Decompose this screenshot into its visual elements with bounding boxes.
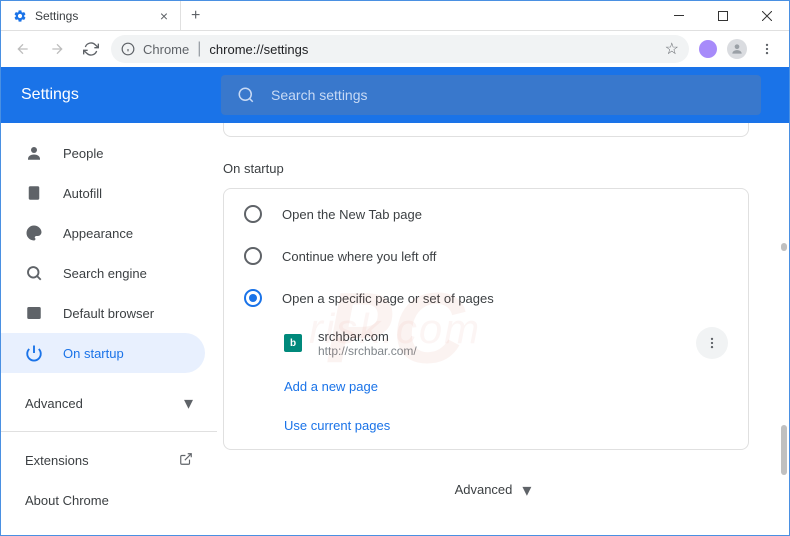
sidebar-item-extensions[interactable]: Extensions [1, 440, 217, 480]
radio-continue[interactable]: Continue where you left off [224, 235, 748, 277]
search-input[interactable] [271, 87, 745, 103]
page-name: srchbar.com [318, 329, 680, 344]
sidebar-item-autofill[interactable]: Autofill [1, 173, 217, 213]
sidebar-item-label: About Chrome [25, 493, 109, 508]
content-area: On startup Open the New Tab page Continu… [217, 123, 789, 535]
browser-tab[interactable]: Settings × [1, 1, 181, 31]
favicon-icon: b [284, 334, 302, 352]
power-icon [25, 344, 43, 362]
startup-card: Open the New Tab page Continue where you… [223, 188, 749, 450]
page-url: http://srchbar.com/ [318, 344, 680, 358]
sidebar-item-label: Autofill [63, 186, 102, 201]
sidebar-item-about[interactable]: About Chrome [1, 480, 217, 520]
search-icon [25, 264, 43, 282]
sidebar-item-search-engine[interactable]: Search engine [1, 253, 217, 293]
radio-open-new-tab[interactable]: Open the New Tab page [224, 193, 748, 235]
settings-header: Settings [1, 67, 789, 123]
radio-icon [244, 205, 262, 223]
radio-label: Open a specific page or set of pages [282, 291, 494, 306]
page-title: Settings [21, 86, 201, 104]
sidebar-item-label: Advanced [25, 396, 83, 411]
clipboard-icon [25, 184, 43, 202]
reload-button[interactable] [77, 35, 105, 63]
maximize-button[interactable] [701, 1, 745, 31]
more-actions-button[interactable] [696, 327, 728, 359]
sidebar-item-label: On startup [63, 346, 124, 361]
scrollbar[interactable] [781, 425, 787, 475]
minimize-button[interactable] [657, 1, 701, 31]
sidebar-item-label: Extensions [25, 453, 89, 468]
radio-label: Open the New Tab page [282, 207, 422, 222]
new-tab-button[interactable]: + [181, 7, 210, 25]
scrollbar[interactable] [781, 243, 787, 251]
sidebar-advanced-toggle[interactable]: Advanced ▾ [1, 383, 217, 423]
address-bar[interactable]: Chrome | chrome://settings ☆ [111, 35, 689, 63]
advanced-expand-button[interactable]: Advanced [217, 450, 769, 531]
radio-label: Continue where you left off [282, 249, 436, 264]
titlebar: Settings × + [1, 1, 789, 31]
sidebar-item-label: Default browser [63, 306, 154, 321]
sidebar: People Autofill Appearance Search engine… [1, 123, 217, 535]
sidebar-item-on-startup[interactable]: On startup [1, 333, 205, 373]
sidebar-item-label: Search engine [63, 266, 147, 281]
sidebar-item-appearance[interactable]: Appearance [1, 213, 217, 253]
person-icon [25, 144, 43, 162]
section-title: On startup [223, 161, 769, 176]
radio-specific-page[interactable]: Open a specific page or set of pages [224, 277, 748, 319]
back-button[interactable] [9, 35, 37, 63]
close-window-button[interactable] [745, 1, 789, 31]
add-page-link[interactable]: Add a new page [224, 367, 748, 406]
menu-button[interactable] [753, 35, 781, 63]
use-current-pages-link[interactable]: Use current pages [224, 406, 748, 445]
address-origin: Chrome [143, 42, 189, 57]
toolbar: Chrome | chrome://settings ☆ [1, 31, 789, 67]
sidebar-item-default-browser[interactable]: Default browser [1, 293, 217, 333]
previous-card-edge [223, 123, 749, 137]
radio-icon [244, 247, 262, 265]
external-link-icon [179, 452, 193, 469]
sidebar-item-label: Appearance [63, 226, 133, 241]
info-icon [121, 42, 135, 56]
chevron-down-icon: ▾ [184, 393, 193, 414]
search-icon [237, 86, 255, 104]
forward-button[interactable] [43, 35, 71, 63]
close-tab-icon[interactable]: × [160, 8, 168, 24]
address-path: chrome://settings [209, 42, 308, 57]
bookmark-star-icon[interactable]: ☆ [665, 39, 679, 59]
startup-page-entry: b srchbar.com http://srchbar.com/ [224, 319, 748, 367]
palette-icon [25, 224, 43, 242]
profile-avatar[interactable] [727, 39, 747, 59]
search-settings-box[interactable] [221, 75, 761, 115]
sidebar-item-people[interactable]: People [1, 133, 217, 173]
radio-icon [244, 289, 262, 307]
extension-icon[interactable] [699, 40, 717, 58]
browser-icon [25, 304, 43, 322]
tab-title: Settings [35, 9, 152, 23]
gear-icon [13, 9, 27, 23]
sidebar-item-label: People [63, 146, 103, 161]
more-vertical-icon [705, 336, 719, 350]
